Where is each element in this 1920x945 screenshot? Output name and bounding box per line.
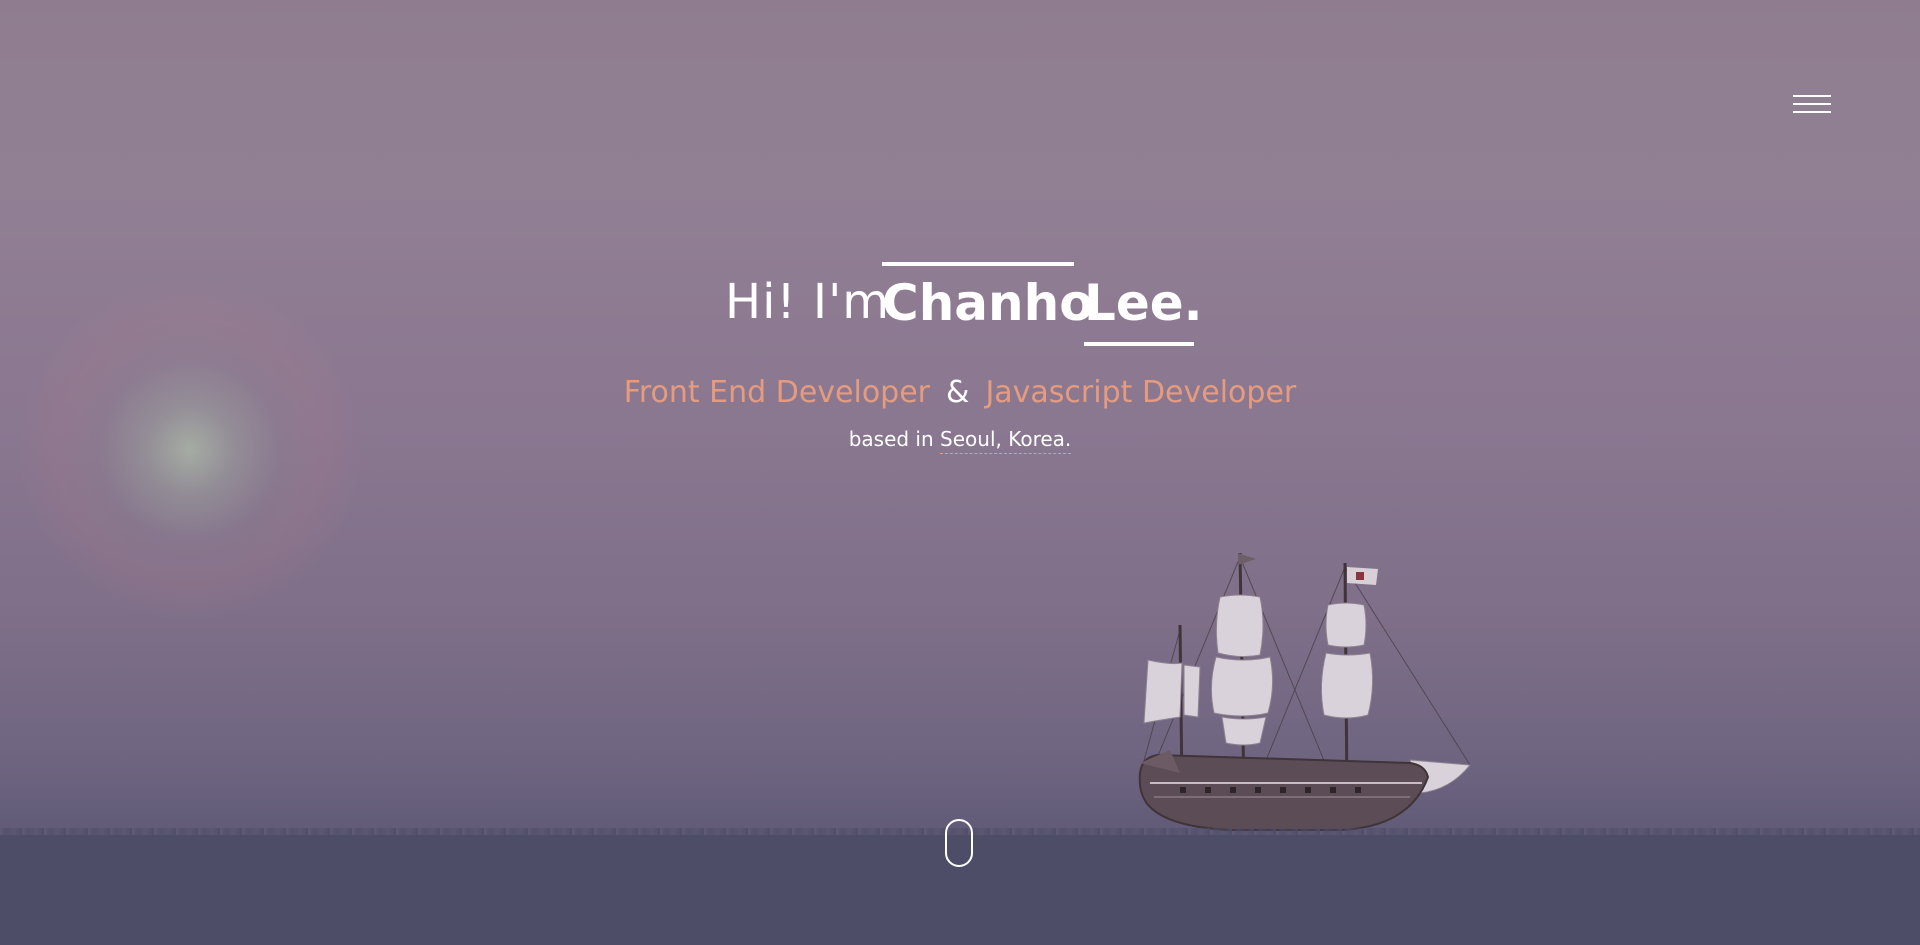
greeting-text: Hi! I'm xyxy=(725,274,891,330)
hamburger-icon-line xyxy=(1793,111,1831,113)
ship-illustration xyxy=(1138,552,1471,831)
hamburger-icon-line xyxy=(1793,103,1831,105)
roles-line: Front End Developer & Javascript Developer xyxy=(0,375,1920,410)
role-javascript: Javascript Developer xyxy=(985,375,1297,410)
mouse-scroll-icon[interactable] xyxy=(945,819,973,867)
first-name: Chanho xyxy=(882,262,1094,332)
menu-button[interactable] xyxy=(1793,93,1831,119)
hamburger-icon-line xyxy=(1793,95,1831,97)
ampersand: & xyxy=(946,375,970,410)
location-line: based in Seoul, Korea. xyxy=(0,427,1920,454)
hero-section: Hi! I'm Chanho Lee. Front End Developer &… xyxy=(0,0,1920,945)
greeting-heading: Hi! I'm Chanho Lee. xyxy=(0,262,1920,352)
location-prefix: based in xyxy=(848,427,934,451)
role-front-end: Front End Developer xyxy=(623,375,931,410)
last-name: Lee. xyxy=(1084,274,1203,346)
location-city-link[interactable]: Seoul, Korea. xyxy=(940,427,1072,454)
